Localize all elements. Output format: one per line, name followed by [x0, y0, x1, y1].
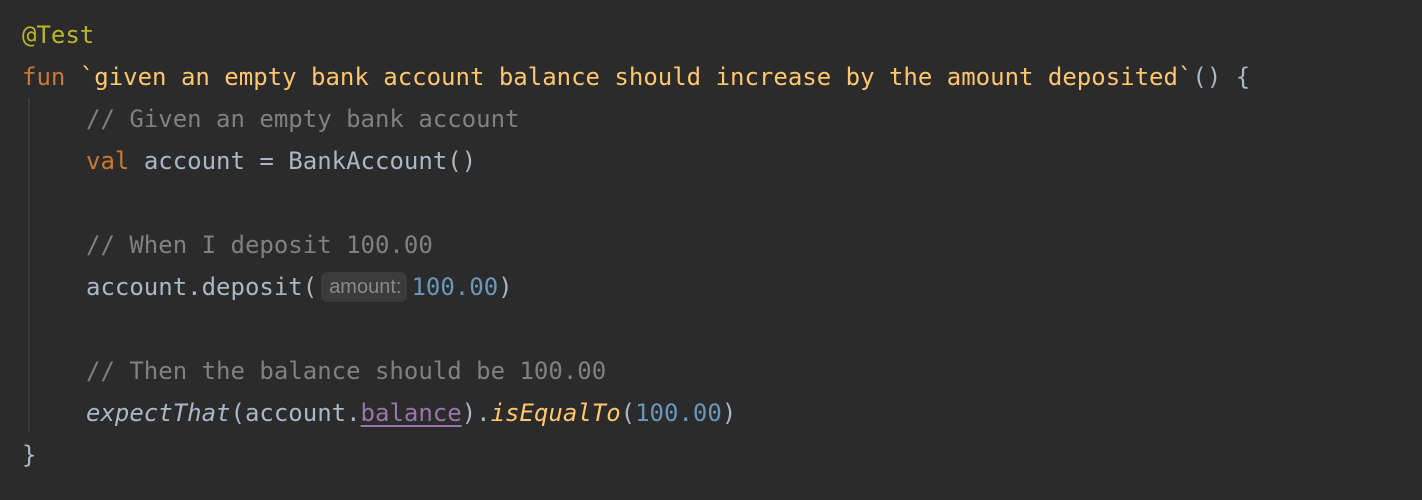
code-line-annotation[interactable]: @Test [22, 14, 1422, 56]
test-annotation: @Test [22, 21, 95, 49]
code-line-comment-when[interactable]: // When I deposit 100.00 [22, 224, 1422, 266]
code-line-empty-1[interactable] [22, 182, 1422, 224]
code-line-val-declaration[interactable]: val account = BankAccount() [22, 140, 1422, 182]
code-line-deposit-call[interactable]: account.deposit(amount: 100.00) [22, 266, 1422, 308]
code-line-function-signature[interactable]: fun `given an empty bank account balance… [22, 56, 1422, 98]
code-line-comment-then[interactable]: // Then the balance should be 100.00 [22, 350, 1422, 392]
comment-then: // Then the balance should be 100.00 [86, 357, 607, 385]
code-line-assertion[interactable]: expectThat(account.balance).isEqualTo(10… [22, 392, 1422, 434]
function-name: `given an empty bank account balance sho… [79, 63, 1193, 91]
expected-amount-literal: 100.00 [635, 399, 722, 427]
code-line-closing-brace[interactable]: } [22, 434, 1422, 476]
fun-keyword: fun [22, 63, 66, 91]
code-editor[interactable]: @Test fun `given an empty bank account b… [0, 0, 1422, 500]
is-equal-to-call: isEqualTo [490, 399, 621, 427]
parameter-hint-amount: amount: [321, 272, 408, 302]
assert-open-paren: (account. [230, 399, 361, 427]
assert-mid: ). [461, 399, 491, 427]
deposit-call-suffix: ) [498, 273, 513, 301]
deposit-amount-literal: 100.00 [411, 273, 499, 301]
comment-when: // When I deposit 100.00 [86, 231, 433, 259]
deposit-call-prefix: account.deposit( [86, 273, 318, 301]
account-declaration: account = BankAccount() [143, 147, 477, 175]
code-line-empty-2[interactable] [22, 308, 1422, 350]
code-line-comment-given[interactable]: // Given an empty bank account [22, 98, 1422, 140]
assert-close-paren: ) [721, 399, 737, 427]
function-params-brace: () { [1192, 63, 1251, 91]
expect-that-call: expectThat [86, 399, 231, 427]
assert-open-paren-2: ( [620, 399, 636, 427]
balance-property: balance [360, 399, 462, 427]
val-keyword: val [86, 147, 130, 175]
comment-given: // Given an empty bank account [86, 105, 520, 133]
closing-brace: } [22, 441, 37, 469]
